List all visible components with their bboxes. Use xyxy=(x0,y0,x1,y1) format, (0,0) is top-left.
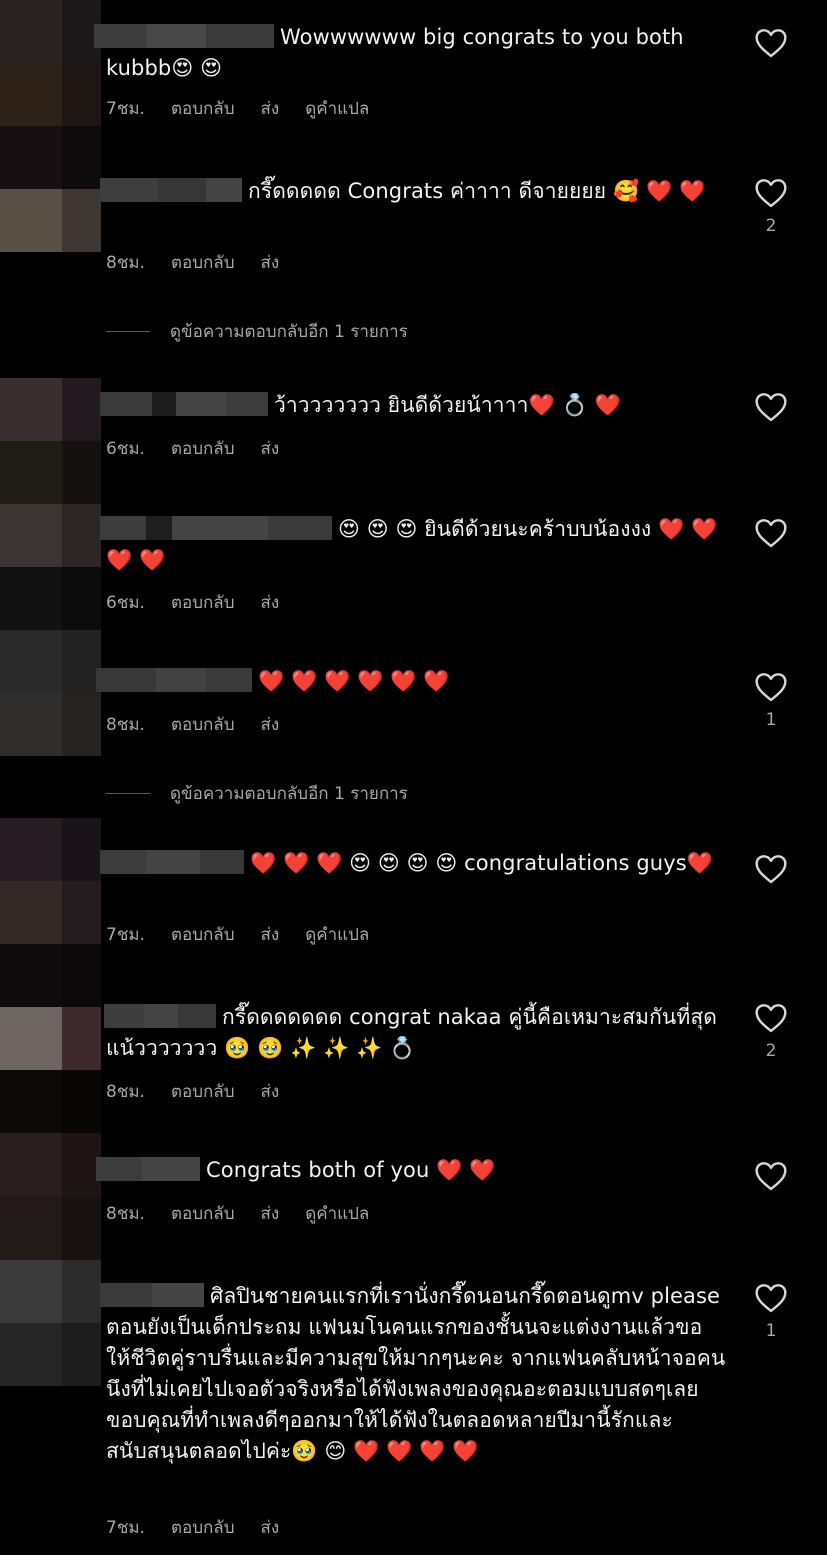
like-control xyxy=(752,854,790,884)
comment-time: 8ชม. xyxy=(106,1082,145,1102)
view-more-replies[interactable]: ดูข้อความตอบกลับอีก 1 รายการ xyxy=(106,780,408,807)
translate-button[interactable]: ดูคำแปล xyxy=(305,1200,369,1227)
like-count: 2 xyxy=(765,216,777,236)
username-blurred[interactable] xyxy=(96,668,252,692)
username-blurred[interactable] xyxy=(104,1004,216,1028)
heart-icon[interactable] xyxy=(754,1161,788,1191)
heart-icon[interactable] xyxy=(754,28,788,58)
reply-button[interactable]: ตอบกลับ xyxy=(171,1078,235,1105)
like-control: 1 xyxy=(752,672,790,730)
username-blurred[interactable] xyxy=(96,1157,200,1181)
comment-text: ❤️ ❤️ ❤️ ❤️ ❤️ ❤️ xyxy=(258,669,450,693)
send-button[interactable]: ส่ง xyxy=(261,435,280,462)
translate-button[interactable]: ดูคำแปล xyxy=(305,95,369,122)
reply-button[interactable]: ตอบกลับ xyxy=(171,921,235,948)
comment-time: 8ชม. xyxy=(106,715,145,735)
send-button[interactable]: ส่ง xyxy=(261,921,280,948)
heart-icon[interactable] xyxy=(754,1003,788,1033)
reply-button[interactable]: ตอบกลับ xyxy=(171,711,235,738)
like-count: 1 xyxy=(765,710,777,730)
comment-time: 6ชม. xyxy=(106,439,145,459)
heart-icon[interactable] xyxy=(754,518,788,548)
send-button[interactable]: ส่ง xyxy=(261,589,280,616)
send-button[interactable]: ส่ง xyxy=(261,95,280,122)
reply-button[interactable]: ตอบกลับ xyxy=(171,1200,235,1227)
avatar[interactable] xyxy=(0,1260,101,1386)
comment-time: 8ชม. xyxy=(106,1204,145,1224)
avatar[interactable] xyxy=(0,504,101,630)
like-control: 2 xyxy=(752,1003,790,1061)
reply-button[interactable]: ตอบกลับ xyxy=(171,589,235,616)
heart-icon[interactable] xyxy=(754,178,788,208)
username-blurred[interactable] xyxy=(100,392,268,416)
avatar[interactable] xyxy=(0,126,101,252)
like-control xyxy=(752,518,790,548)
username-blurred[interactable] xyxy=(100,1283,204,1307)
translate-button[interactable]: ดูคำแปล xyxy=(305,921,369,948)
avatar[interactable] xyxy=(0,378,101,504)
reply-button[interactable]: ตอบกลับ xyxy=(171,95,235,122)
username-blurred[interactable] xyxy=(100,516,332,540)
avatar[interactable] xyxy=(0,944,101,1070)
avatar[interactable] xyxy=(0,818,101,944)
reply-button[interactable]: ตอบกลับ xyxy=(171,1514,235,1541)
heart-icon[interactable] xyxy=(754,1283,788,1313)
comment-time: 8ชม. xyxy=(106,253,145,273)
comment-text: ว้าววววววว ยินดีด้วยน้าาาา❤️ 💍 ❤️ xyxy=(274,393,621,417)
avatar[interactable] xyxy=(0,1070,101,1260)
view-more-replies-label: ดูข้อความตอบกลับอีก 1 รายการ xyxy=(170,784,408,804)
like-control xyxy=(752,392,790,422)
avatar[interactable] xyxy=(0,0,101,126)
avatar[interactable] xyxy=(0,630,101,756)
comment-text: ศิลปินชายคนแรกที่เรานั่งกรี๊ดนอนกรี๊ดตอน… xyxy=(106,1284,726,1463)
send-button[interactable]: ส่ง xyxy=(261,711,280,738)
like-control: 2 xyxy=(752,178,790,236)
comment-text: Congrats both of you ❤️ ❤️ xyxy=(206,1158,496,1182)
divider-line xyxy=(106,793,150,794)
like-count: 1 xyxy=(765,1321,777,1341)
comment-time: 7ชม. xyxy=(106,99,145,119)
comment-time: 7ชม. xyxy=(106,1518,145,1538)
like-control xyxy=(752,28,790,58)
send-button[interactable]: ส่ง xyxy=(261,249,280,276)
comment-text: กรี๊ดดดดด Congrats ค่าาาา ดีจายยยย 🥰 ❤️ … xyxy=(248,179,706,203)
like-control xyxy=(752,1161,790,1191)
heart-icon[interactable] xyxy=(754,392,788,422)
divider-line xyxy=(106,331,150,332)
reply-button[interactable]: ตอบกลับ xyxy=(171,249,235,276)
comment-time: 7ชม. xyxy=(106,925,145,945)
username-blurred[interactable] xyxy=(100,850,244,874)
heart-icon[interactable] xyxy=(754,672,788,702)
send-button[interactable]: ส่ง xyxy=(261,1078,280,1105)
comment-time: 6ชม. xyxy=(106,593,145,613)
comment-text: ❤️ ❤️ ❤️ 😍 😍 😍 😍 congratulations guys❤️ xyxy=(250,851,714,875)
send-button[interactable]: ส่ง xyxy=(261,1200,280,1227)
username-blurred[interactable] xyxy=(94,24,274,48)
reply-button[interactable]: ตอบกลับ xyxy=(171,435,235,462)
like-count: 2 xyxy=(765,1041,777,1061)
heart-icon[interactable] xyxy=(754,854,788,884)
username-blurred[interactable] xyxy=(100,178,242,202)
view-more-replies[interactable]: ดูข้อความตอบกลับอีก 1 รายการ xyxy=(106,318,408,345)
send-button[interactable]: ส่ง xyxy=(261,1514,280,1541)
view-more-replies-label: ดูข้อความตอบกลับอีก 1 รายการ xyxy=(170,322,408,342)
like-control: 1 xyxy=(752,1283,790,1341)
